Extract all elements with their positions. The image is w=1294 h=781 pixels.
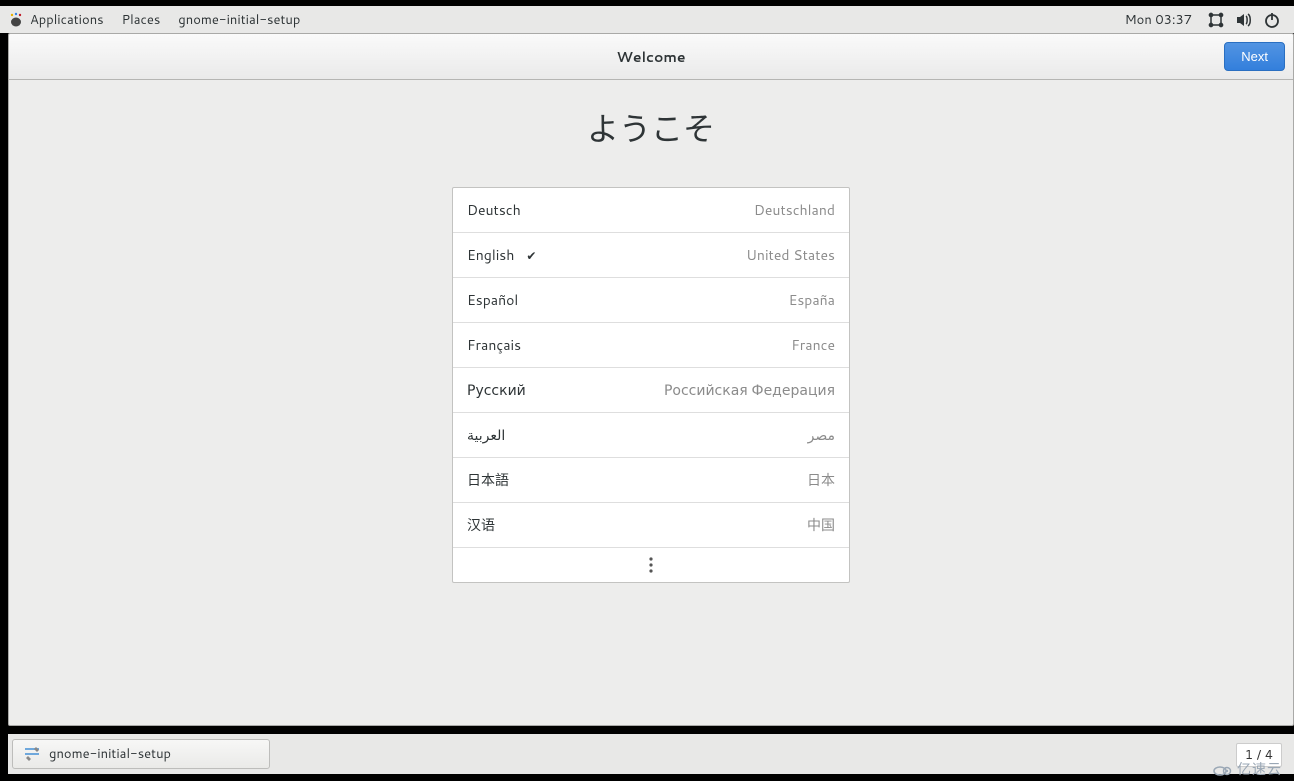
language-country: France [791,335,835,355]
language-row[interactable]: 汉语 中国 [453,503,849,548]
page-title: Welcome [9,47,1293,67]
power-icon[interactable] [1263,11,1281,29]
task-gnome-initial-setup[interactable]: gnome-initial-setup [12,739,270,769]
network-icon[interactable] [1207,11,1225,29]
volume-icon[interactable] [1235,11,1253,29]
language-name: Deutsch [467,200,521,220]
language-row[interactable]: Français France [453,323,849,368]
header-bar: Welcome Next [9,34,1293,80]
language-country: Российская Федерация [664,380,835,400]
language-row[interactable]: Deutsch Deutschland [453,188,849,233]
next-button[interactable]: Next [1224,42,1285,71]
welcome-heading: ようこそ [9,104,1293,151]
language-row[interactable]: Español España [453,278,849,323]
task-label: gnome-initial-setup [49,745,171,763]
activities-icon [8,12,24,28]
language-name: 日本語 [467,470,509,490]
language-country: مصر [808,425,835,445]
language-country: España [789,290,835,310]
preferences-icon [23,745,41,763]
language-name: العربية [467,425,505,445]
initial-setup-window: Welcome Next ようこそ Deutsch Deutschland Engl… [8,33,1294,726]
language-row[interactable]: Русский Российская Федерация [453,368,849,413]
active-app-name[interactable]: gnome-initial-setup [178,11,300,29]
language-country: 日本 [807,470,835,490]
language-list: DeutschDeutschlandEnglish✔United StatesE… [452,187,850,583]
content-area: ようこそ Deutsch Deutschland English ✔ United St… [9,80,1293,725]
language-country: 中国 [807,515,835,535]
language-row[interactable]: 日本語 日本 [453,458,849,503]
check-icon: ✔ [526,247,536,264]
language-row[interactable]: العربية مصر [453,413,849,458]
language-name: English [467,245,514,265]
language-country: United States [746,245,835,265]
language-name: Español [467,290,518,310]
language-country: Deutschland [754,200,835,220]
more-languages-button[interactable] [453,548,849,582]
watermark: 亿速云 [1213,759,1282,779]
clock[interactable]: Mon 03:37 [1125,11,1192,29]
language-row[interactable]: English ✔ United States [453,233,849,278]
language-name: Русский [467,380,526,400]
places-menu[interactable]: Places [122,11,161,29]
taskbar: gnome-initial-setup [8,734,1294,774]
language-name: Français [467,335,521,355]
top-panel: Applications Places gnome-initial-setup … [0,6,1294,33]
language-name: 汉语 [467,515,495,535]
applications-menu[interactable]: Applications [30,11,104,29]
more-icon [649,556,653,574]
